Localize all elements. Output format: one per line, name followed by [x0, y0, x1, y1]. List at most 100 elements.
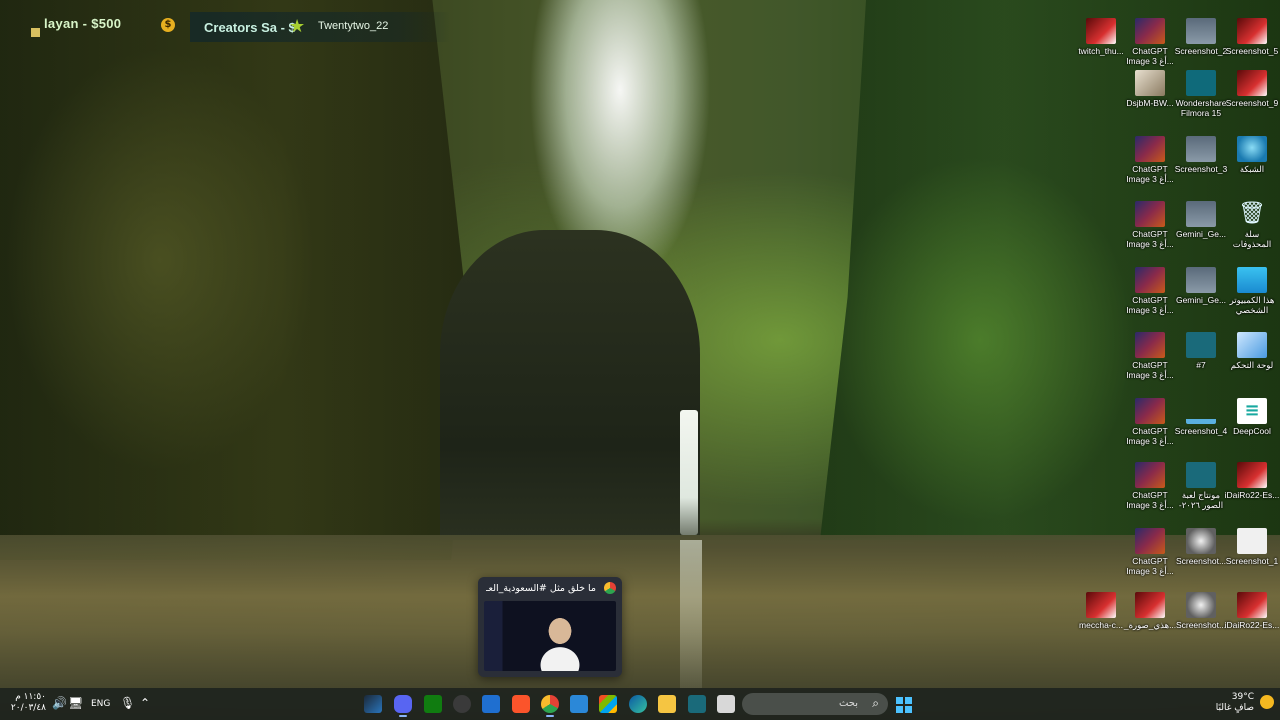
chatgpt-image-icon [1135, 201, 1165, 227]
start-button[interactable] [896, 697, 912, 713]
desktop-icon-label: DeepCool [1233, 426, 1271, 436]
dsjbm-icon [1135, 70, 1165, 96]
search-box[interactable]: بحث ⌕ [742, 693, 888, 715]
filmora-icon [1186, 70, 1216, 96]
overlay-creators-text: Creators Sa - $ [204, 20, 296, 35]
weather-condition: صافٍ غالبًا [1215, 703, 1254, 713]
overlay-bullet [31, 28, 40, 37]
desktop-icon-label: Screenshot_1 [1225, 556, 1279, 566]
edge-icon[interactable] [629, 695, 647, 713]
search-icon: ⌕ [872, 696, 879, 710]
chevron-up-icon[interactable]: ⌃ [140, 696, 150, 710]
desktop-icon-label: لوحة التحكم [1230, 360, 1274, 370]
steam-icon[interactable] [364, 695, 382, 713]
montage-folder-icon [1186, 462, 1216, 488]
taskbar-window-preview[interactable]: ما خلق مثل #السعودية_العـ... [478, 577, 622, 677]
desktop-icon[interactable]: iDaiRo22-Es... [1222, 592, 1280, 630]
desktop-icon[interactable]: iDaiRo22-Es... [1222, 462, 1280, 500]
notepad-icon[interactable] [717, 695, 735, 713]
chatgpt-image-icon [1135, 136, 1165, 162]
discord-icon[interactable] [394, 695, 412, 713]
desktop-icon[interactable]: Screenshot_1 [1222, 528, 1280, 566]
filmora-taskbar-icon[interactable] [688, 695, 706, 713]
taskbar: ١١:٥٠ م ٢٠/٠٣/٤٨ 🔊 🖥 ENG 🎙 ⌃ بحث ⌕ 39°C … [0, 688, 1280, 720]
network-status-icon[interactable]: 🖥 [68, 696, 83, 710]
gemini-image-icon [1186, 267, 1216, 293]
desktop-icon[interactable]: هذا الكمبيوتر الشخصي [1222, 267, 1280, 315]
weather-widget[interactable]: 39°C صافٍ غالبًا [1216, 692, 1254, 714]
screenshot-1-icon [1237, 528, 1267, 554]
idairo-icon [1237, 462, 1267, 488]
microphone-icon[interactable]: 🎙 [120, 696, 135, 710]
folder-7-icon [1186, 332, 1216, 358]
deepcool-icon: ≡ [1237, 398, 1267, 424]
idairo-icon [1237, 592, 1267, 618]
desktop-icon-label: الشبكة [1239, 164, 1265, 174]
star-icon: ★ [289, 16, 306, 37]
preview-window-title: ما خلق مثل #السعودية_العـ... [486, 583, 596, 594]
stream-overlay: layan - $500 $ Creators Sa - $ ★ Twentyt… [0, 8, 450, 42]
store-icon[interactable] [599, 695, 617, 713]
clock-date: ٢٠/٠٣/٤٨ [10, 703, 46, 713]
clock-time: ١١:٥٠ م [15, 692, 46, 702]
search-placeholder: بحث [838, 698, 858, 709]
image-file-icon [1135, 592, 1165, 618]
desktop-icon[interactable]: لوحة التحكم [1222, 332, 1280, 370]
network-icon [1237, 136, 1267, 162]
desktop-icon[interactable]: 🗑 سلة المحذوفات [1222, 201, 1280, 249]
weather-temp: 39°C [1231, 692, 1254, 702]
desktop-icon[interactable]: ≡ DeepCool [1222, 398, 1280, 436]
desktop-icon-label: iDaiRo22-Es... [1224, 490, 1280, 500]
desktop-icon-label: سلة المحذوفات [1232, 229, 1272, 249]
this-pc-icon [1237, 267, 1267, 293]
meccha-icon [1086, 592, 1116, 618]
screenshot-icon [1186, 528, 1216, 554]
screenshot-4-icon [1186, 398, 1216, 424]
desktop-icon-label: هذا الكمبيوتر الشخصي [1229, 295, 1275, 315]
file-explorer-icon[interactable] [658, 695, 676, 713]
wallpaper-reflection [680, 540, 702, 688]
control-panel-icon [1237, 332, 1267, 358]
clock[interactable]: ١١:٥٠ م ٢٠/٠٣/٤٨ [10, 692, 46, 714]
chatgpt-image-icon [1135, 462, 1165, 488]
chatgpt-image-icon [1135, 528, 1165, 554]
sun-icon [1260, 695, 1274, 709]
chatgpt-image-icon [1135, 18, 1165, 44]
volume-icon[interactable]: 🔊 [52, 696, 67, 710]
chatgpt-image-icon [1135, 267, 1165, 293]
brave-icon[interactable] [512, 695, 530, 713]
screenshot-5-icon [1237, 18, 1267, 44]
coin-icon: $ [161, 18, 175, 32]
word-icon[interactable] [570, 695, 588, 713]
overlay-username: Twentytwo_22 [318, 20, 389, 32]
screenshot-9-icon [1237, 70, 1267, 96]
vpn-icon[interactable] [482, 695, 500, 713]
overlay-donor-text: layan - $500 [44, 16, 122, 31]
recycle-bin-icon: 🗑 [1238, 201, 1266, 226]
chatgpt-image-icon [1135, 398, 1165, 424]
obs-icon[interactable] [453, 695, 471, 713]
desktop-icon-label: iDaiRo22-Es... [1224, 620, 1280, 630]
chrome-icon [604, 582, 616, 594]
wallpaper-left-cliff [0, 0, 470, 560]
chrome-taskbar-icon[interactable] [541, 695, 559, 713]
screenshot-2-icon [1186, 18, 1216, 44]
twitch-thumbnail-icon [1086, 18, 1116, 44]
desktop-icon[interactable]: Screenshot_9 [1222, 70, 1280, 108]
xbox-icon[interactable] [424, 695, 442, 713]
screenshot-3-icon [1186, 136, 1216, 162]
wallpaper-waterfall [680, 410, 698, 535]
wallpaper-gorge [440, 230, 700, 540]
desktop-icon-label: Screenshot_9 [1225, 98, 1279, 108]
chatgpt-image-icon [1135, 332, 1165, 358]
preview-thumbnail[interactable] [484, 601, 616, 671]
desktop-icon[interactable]: Screenshot_5 [1222, 18, 1280, 56]
desktop-icon-label: Screenshot_5 [1225, 46, 1279, 56]
chrome-active-indicator [546, 715, 554, 717]
language-indicator[interactable]: ENG [91, 699, 110, 709]
preview-video-frame [538, 615, 582, 671]
screenshot-icon [1186, 592, 1216, 618]
gemini-image-icon [1186, 201, 1216, 227]
desktop-icon[interactable]: الشبكة [1222, 136, 1280, 174]
discord-active-indicator [399, 715, 407, 717]
